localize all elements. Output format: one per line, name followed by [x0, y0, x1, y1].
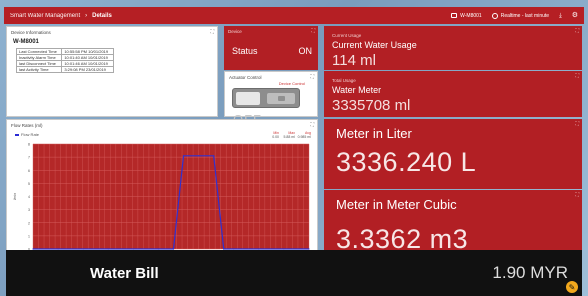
status-value: ON	[298, 46, 313, 56]
y-tick-label: 3	[28, 208, 30, 212]
breadcrumb: Smart Water Management › Details	[10, 13, 112, 19]
meter-liter-value: 3336.240 L	[336, 147, 477, 177]
time-range-selector[interactable]: Realtime - last minute	[491, 12, 550, 19]
time-range-label: Realtime - last minute	[500, 12, 550, 19]
table-row: last Activity Time 3:29:08 PM 23/01/2019	[15, 66, 114, 73]
y-tick-label: 2	[28, 221, 30, 225]
table-cell-label: last Disconnect Time	[15, 60, 63, 67]
breadcrumb-separator: ›	[85, 12, 88, 19]
expand-icon[interactable]: ⛶	[575, 121, 579, 127]
table-row: Last Connected Time 10:55:58 PM 10/01/201…	[15, 48, 114, 55]
water-bill-label: Water Bill	[90, 265, 159, 282]
top-bar: Smart Water Management › Details W-M8001…	[4, 7, 584, 24]
device-info-table: Last Connected Time 10:55:58 PM 10/01/201…	[15, 48, 114, 73]
actuator-toggle[interactable]	[232, 88, 300, 108]
y-tick-label: 6	[28, 169, 30, 173]
device-icon	[451, 13, 458, 18]
y-tick-label: 7	[28, 156, 30, 160]
data-point	[213, 155, 215, 157]
table-cell-value: 10:01:40 AM 10/01/2019	[61, 54, 114, 61]
table-row: last Disconnect Time 10:01:46 AM 10/01/20…	[15, 60, 114, 67]
data-point	[198, 155, 200, 157]
expand-icon[interactable]: ⛶	[310, 74, 314, 80]
meter-liter-panel: ⛶ Meter in Liter 3336.240 L	[324, 119, 582, 189]
y-tick-label: 8	[28, 143, 30, 147]
device-status-panel: Device ⛶ Status ON	[224, 26, 318, 70]
current-usage-panel: ⛶ Current Usage Current Water Usage 114 …	[324, 26, 582, 70]
expand-icon[interactable]: ⛶	[311, 28, 315, 34]
device-status-title: Device	[228, 29, 242, 34]
device-selector-label: W-M8001	[460, 12, 482, 19]
table-cell-value: 3:29:08 PM 23/01/2019	[61, 66, 114, 73]
expand-icon[interactable]: ⛶	[575, 28, 579, 34]
y-axis-label: l/min	[13, 193, 17, 200]
y-tick-label: 1	[28, 234, 30, 238]
expand-icon[interactable]: ⛶	[575, 73, 579, 79]
clock-icon	[491, 12, 498, 19]
toggle-knob	[278, 96, 285, 101]
device-info-panel: Device Informations ⛶ W-M8001 Last Conne…	[6, 26, 218, 117]
status-row: Status ON	[232, 46, 312, 56]
actuator-subtitle: Device Control	[278, 81, 305, 86]
total-usage-value: 3335708 ml	[332, 97, 411, 114]
current-usage-value: 114 ml	[332, 52, 376, 69]
current-usage-title: Current Water Usage	[332, 40, 417, 50]
status-label: Status	[232, 46, 258, 56]
table-cell-label: Last Connected Time	[15, 48, 63, 55]
device-selector[interactable]: W-M8001	[451, 13, 482, 19]
device-info-title: Device Informations	[11, 30, 51, 35]
actuator-panel: Actuator Control ⛶ Device Control OFF	[224, 71, 318, 127]
water-bill-value: 1.90 MYR	[492, 263, 568, 282]
table-cell-value: 10:01:46 AM 10/01/2019	[61, 60, 114, 67]
water-bill-panel: Water Bill 1.90 MYR ✎	[6, 250, 582, 296]
breadcrumb-app-link[interactable]: Smart Water Management	[10, 13, 80, 19]
table-cell-value: 10:55:58 PM 10/01/2019	[61, 48, 114, 55]
meter-liter-label: Meter in Liter	[336, 126, 412, 141]
expand-icon[interactable]: ⛶	[575, 192, 579, 198]
device-id: W-M8001	[13, 39, 39, 45]
download-icon[interactable]: ⤓	[559, 13, 562, 19]
y-tick-label: 5	[28, 182, 30, 186]
table-cell-label: last Activity Time	[15, 66, 63, 73]
expand-icon[interactable]: ⛶	[210, 29, 214, 35]
total-usage-title: Water Meter	[332, 85, 382, 95]
data-point	[182, 155, 185, 157]
table-cell-label: Inactivity Alarm Time	[15, 54, 63, 61]
edit-icon[interactable]: ✎	[566, 281, 578, 293]
settings-icon[interactable]: ⚙	[572, 12, 578, 19]
total-usage-panel: ⛶ Total Usage Water Meter 3335708 ml	[324, 71, 582, 117]
toggle-left-pad	[236, 92, 260, 105]
total-usage-sub: Total Usage	[332, 78, 356, 83]
meter-cubic-label: Meter in Meter Cubic	[336, 197, 457, 212]
breadcrumb-current: Details	[92, 12, 112, 19]
y-tick-label: 4	[28, 195, 30, 199]
current-usage-sub: Current Usage	[332, 33, 362, 38]
table-row: Inactivity Alarm Time 10:01:40 AM 10/01/2…	[15, 54, 114, 61]
